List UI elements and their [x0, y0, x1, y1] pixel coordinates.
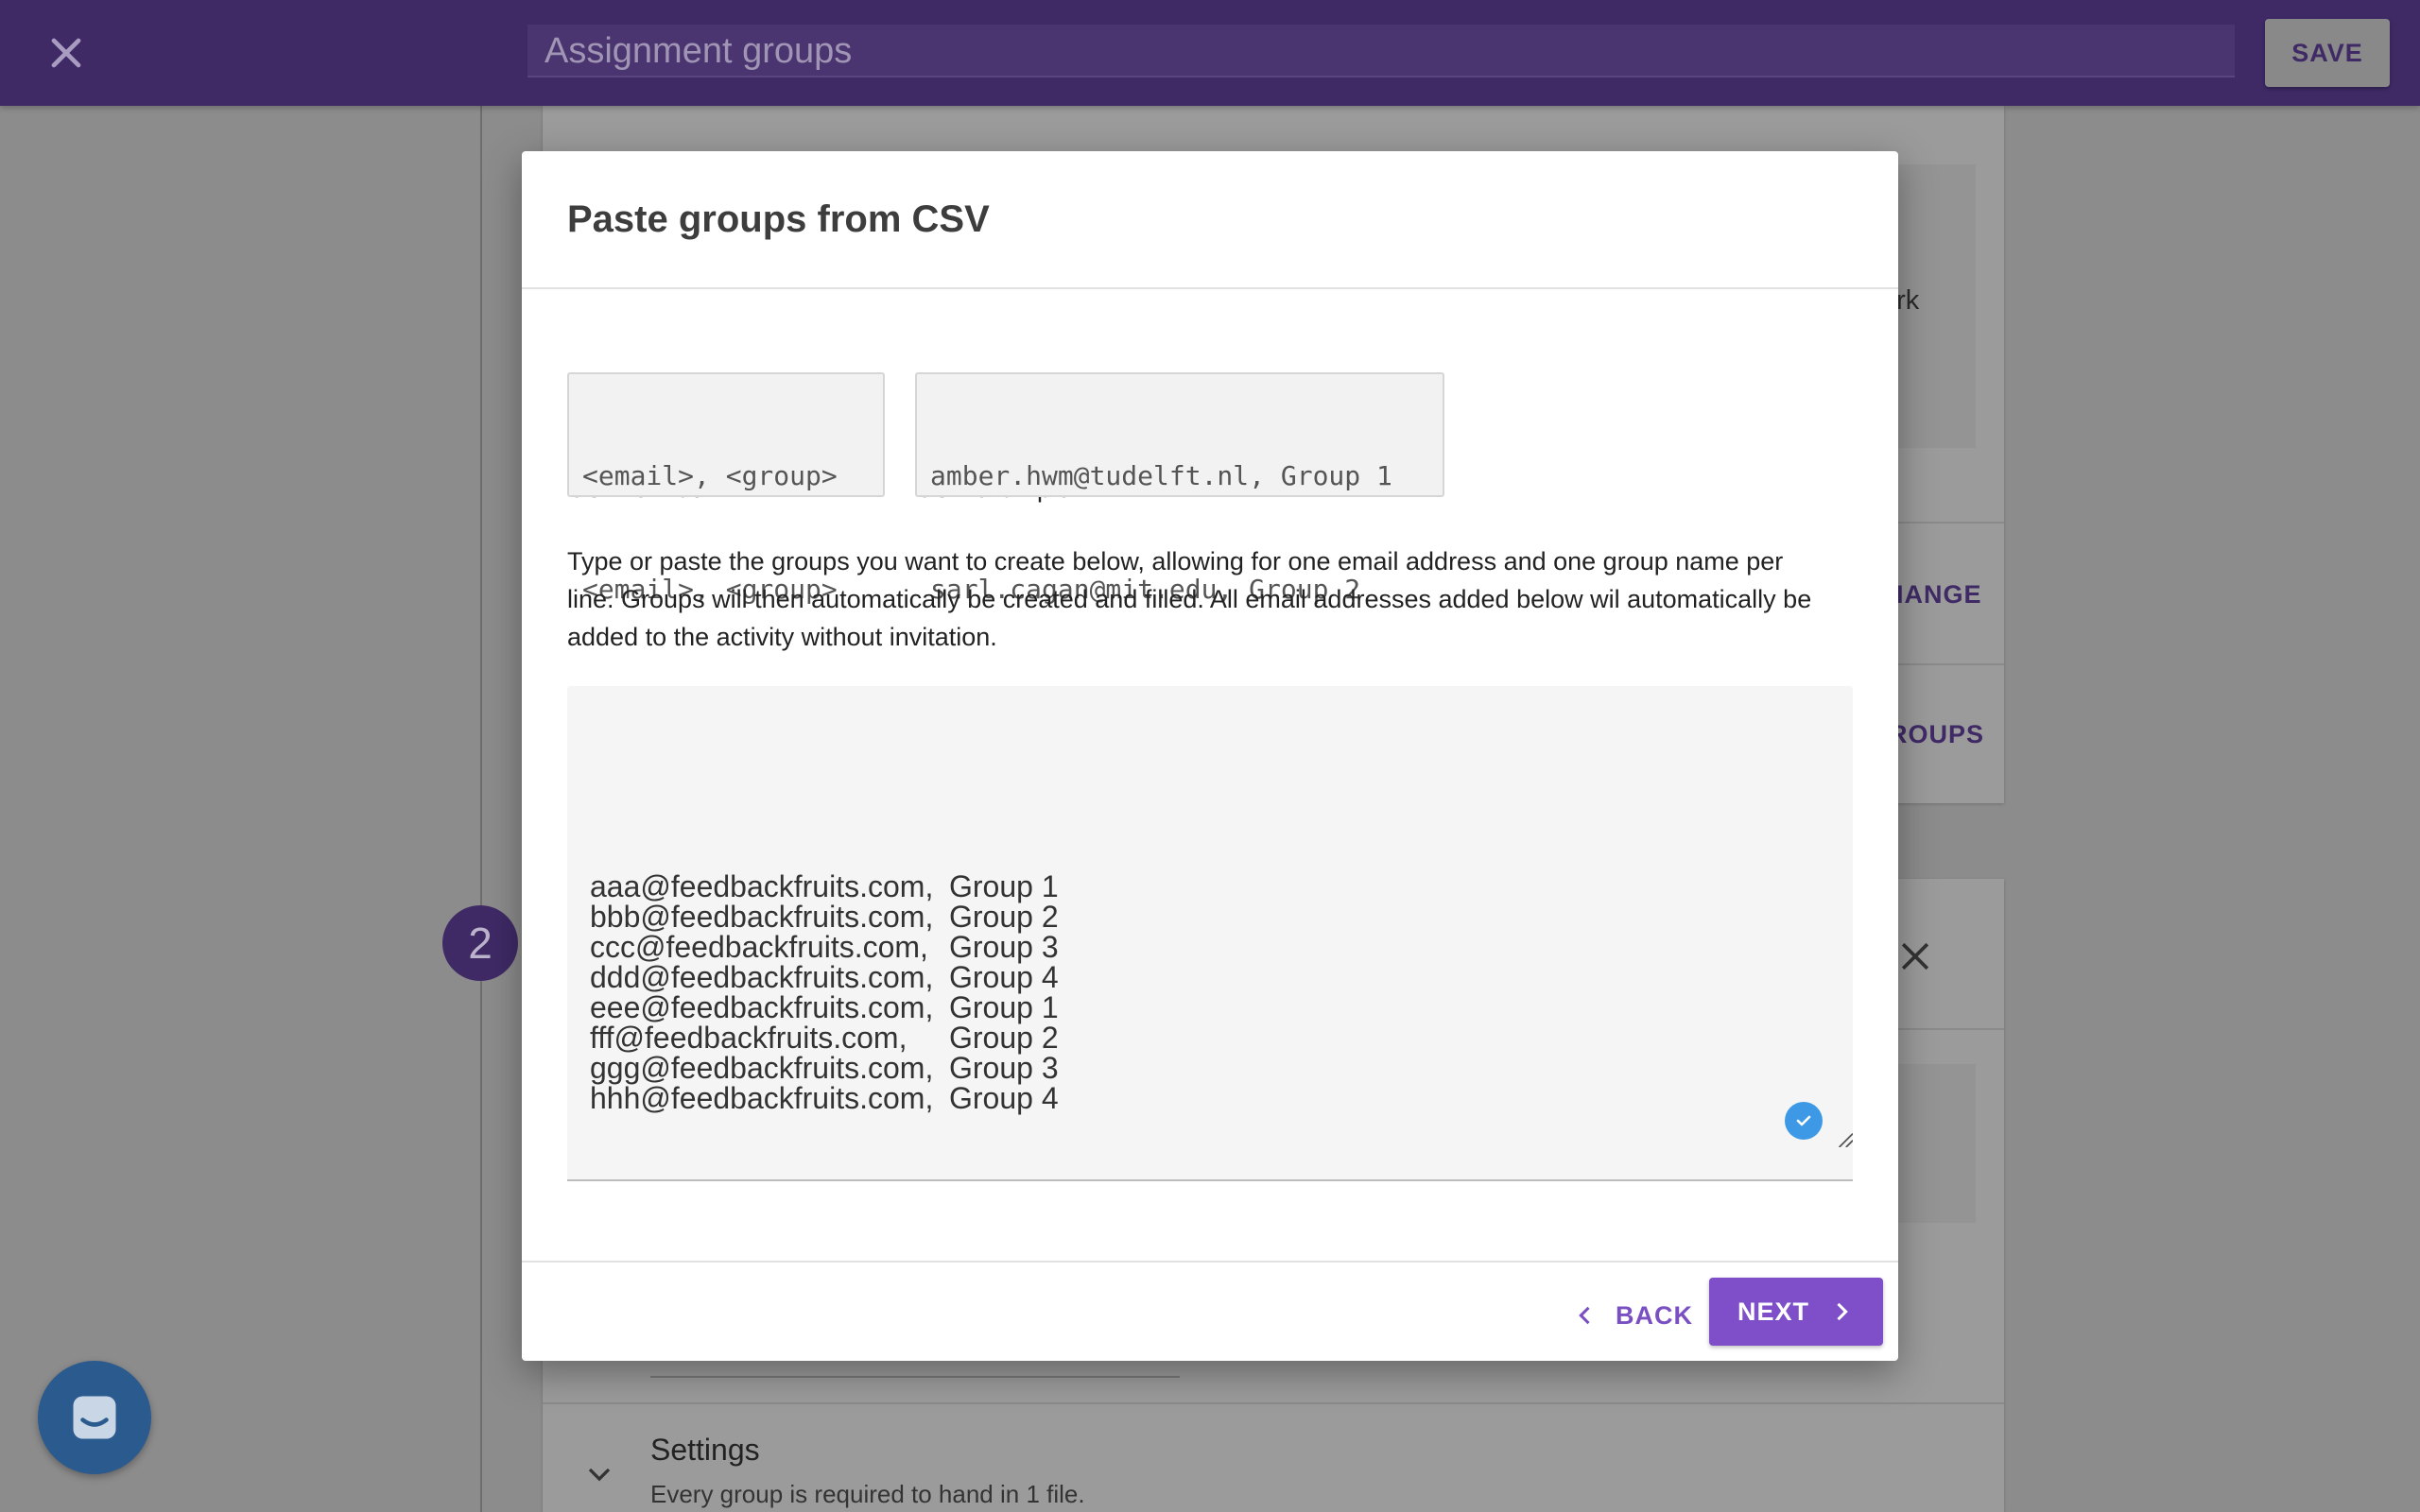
- back-button-label: BACK: [1616, 1300, 1693, 1330]
- chevron-right-icon: [1837, 1302, 1848, 1321]
- next-button[interactable]: NEXT: [1709, 1278, 1883, 1346]
- title-input[interactable]: Assignment groups: [527, 25, 2235, 77]
- back-button[interactable]: BACK: [1541, 1281, 1724, 1349]
- paste-groups-dialog: Paste groups from CSV CSV format <email>…: [522, 151, 1898, 1361]
- chat-icon: [73, 1396, 116, 1439]
- settings-subtitle: Every group is required to hand in 1 fil…: [650, 1480, 1085, 1508]
- grammar-check-icon[interactable]: [1785, 1102, 1823, 1140]
- csv-textarea-content: aaa@feedbackfruits.com, Group 1 bbb@feedb…: [590, 871, 1059, 1113]
- chat-launcher-button[interactable]: [38, 1361, 151, 1474]
- csv-textarea[interactable]: aaa@feedbackfruits.com, Group 1 bbb@feedb…: [567, 686, 1853, 1181]
- change-button[interactable]: IANGE: [1896, 580, 1982, 610]
- groups-button[interactable]: ROUPS: [1889, 720, 1984, 749]
- dialog-description: Type or paste the groups you want to cre…: [567, 547, 1812, 651]
- csv-row: hhh@feedbackfruits.com, Group 4: [590, 1081, 1059, 1115]
- dialog-footer-divider: [522, 1261, 1898, 1263]
- csv-example-box: amber.hwm@tudelft.nl, Group 1 sarl.cagan…: [915, 372, 1444, 718]
- csv-row: ggg@feedbackfruits.com, Group 3: [590, 1051, 1059, 1085]
- divider: [543, 1402, 2004, 1404]
- chevron-left-icon: [1579, 1306, 1590, 1325]
- close-icon[interactable]: [1894, 936, 1936, 977]
- csv-row: ddd@feedbackfruits.com, Group 4: [590, 960, 1059, 994]
- close-icon[interactable]: [42, 28, 91, 77]
- field-underline: [650, 1376, 1180, 1378]
- step-badge: 2: [442, 905, 518, 981]
- timeline-line: [480, 106, 482, 1512]
- resize-handle-icon[interactable]: [1836, 1130, 1853, 1147]
- csv-example-line: amber.hwm@tudelft.nl, Group 1: [930, 460, 1392, 491]
- csv-row: aaa@feedbackfruits.com, Group 1: [590, 869, 1059, 903]
- top-app-bar: Assignment groups SAVE: [0, 0, 2420, 106]
- csv-format-box: <email>, <group> <email>, <group> ...: [567, 372, 885, 718]
- title-input-value: Assignment groups: [544, 31, 853, 71]
- csv-format-line: <email>, <group>: [582, 460, 838, 491]
- csv-row: eee@feedbackfruits.com, Group 1: [590, 990, 1059, 1024]
- dialog-title: Paste groups from CSV: [567, 198, 990, 240]
- csv-row: bbb@feedbackfruits.com, Group 2: [590, 900, 1059, 934]
- dialog-header: Paste groups from CSV: [522, 151, 1898, 289]
- chevron-down-icon[interactable]: [580, 1455, 618, 1493]
- csv-row: ccc@feedbackfruits.com, Group 3: [590, 930, 1059, 964]
- save-button[interactable]: SAVE: [2265, 19, 2390, 87]
- next-button-label: NEXT: [1737, 1297, 1809, 1326]
- settings-title[interactable]: Settings: [650, 1433, 760, 1468]
- csv-row: fff@feedbackfruits.com, Group 2: [590, 1021, 1059, 1055]
